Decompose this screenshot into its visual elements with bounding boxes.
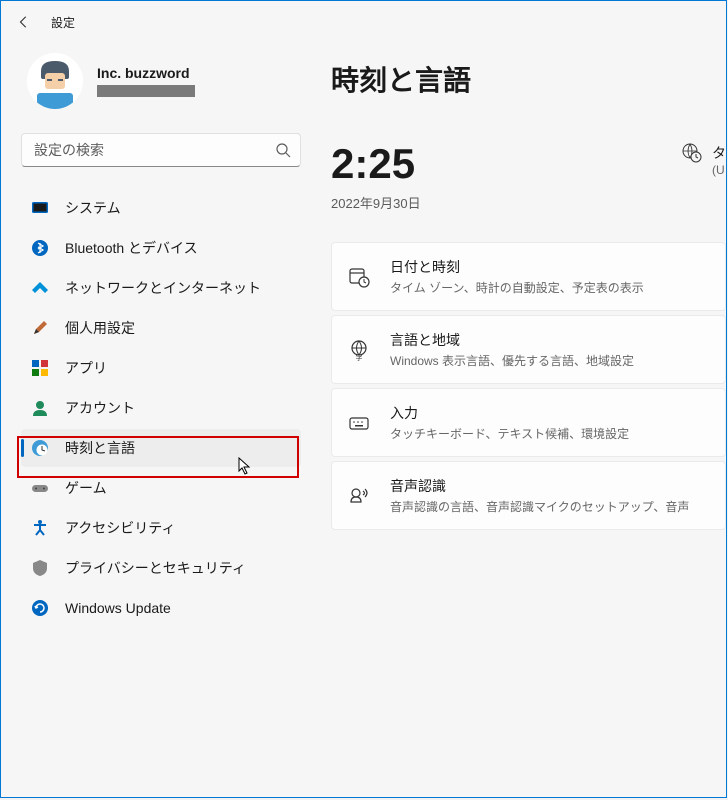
- sidebar-item-system[interactable]: システム: [21, 189, 301, 227]
- sidebar-item-bluetooth[interactable]: Bluetooth とデバイス: [21, 229, 301, 267]
- sidebar-item-label: プライバシーとセキュリティ: [65, 558, 246, 578]
- sidebar: Inc. buzzword システム Bluetooth とデバイス: [21, 53, 301, 627]
- user-row[interactable]: Inc. buzzword: [21, 53, 301, 109]
- sidebar-item-label: アカウント: [65, 398, 135, 418]
- sidebar-item-time-language[interactable]: 時刻と言語: [21, 429, 301, 467]
- card-title: 音声認識: [390, 476, 689, 496]
- card-title: 言語と地域: [390, 330, 634, 350]
- nav: システム Bluetooth とデバイス ネットワークとインターネット 個人用設…: [21, 189, 301, 627]
- update-icon: [31, 599, 49, 617]
- sidebar-item-privacy[interactable]: プライバシーとセキュリティ: [21, 549, 301, 587]
- card-language-region[interactable]: 字 言語と地域 Windows 表示言語、優先する言語、地域設定: [331, 315, 726, 384]
- person-icon: [31, 399, 49, 417]
- globe-clock-icon: [682, 143, 702, 163]
- card-subtitle: 音声認識の言語、音声認識マイクのセットアップ、音声: [390, 498, 689, 515]
- speech-icon: [348, 485, 370, 507]
- clock-date: 2022年9月30日: [331, 193, 421, 212]
- card-subtitle: タッチキーボード、テキスト候補、環境設定: [390, 425, 629, 442]
- wifi-icon: [31, 279, 49, 297]
- sidebar-item-apps[interactable]: アプリ: [21, 349, 301, 387]
- clock-time: 2:25: [331, 143, 421, 185]
- shield-icon: [31, 559, 49, 577]
- sidebar-item-windows-update[interactable]: Windows Update: [21, 589, 301, 627]
- sidebar-item-label: 個人用設定: [65, 318, 135, 338]
- search-box[interactable]: [21, 133, 301, 167]
- sidebar-item-label: システム: [65, 198, 121, 218]
- bluetooth-icon: [31, 239, 49, 257]
- search-icon: [275, 142, 291, 158]
- card-speech[interactable]: 音声認識 音声認識の言語、音声認識マイクのセットアップ、音声: [331, 461, 726, 530]
- sidebar-item-personalization[interactable]: 個人用設定: [21, 309, 301, 347]
- apps-icon: [31, 359, 49, 377]
- language-icon: 字: [348, 339, 370, 361]
- user-name: Inc. buzzword: [97, 65, 195, 81]
- svg-text:字: 字: [356, 353, 363, 361]
- system-icon: [31, 199, 49, 217]
- main-content: 時刻と言語 2:25 2022年9月30日 タ (U: [331, 53, 726, 627]
- arrow-left-icon: [17, 15, 31, 29]
- sidebar-item-label: 時刻と言語: [65, 438, 135, 458]
- sidebar-item-label: Bluetooth とデバイス: [65, 238, 198, 258]
- card-typing[interactable]: 入力 タッチキーボード、テキスト候補、環境設定: [331, 388, 726, 457]
- card-title: 日付と時刻: [390, 257, 644, 277]
- page-title: 時刻と言語: [331, 59, 726, 99]
- sidebar-item-label: Windows Update: [65, 600, 171, 616]
- keyboard-icon: [348, 412, 370, 434]
- search-input[interactable]: [21, 133, 301, 167]
- clock-block: 2:25 2022年9月30日: [331, 143, 421, 212]
- timezone-label-1: タ: [712, 143, 726, 163]
- user-email-redacted: [97, 85, 195, 97]
- gamepad-icon: [31, 479, 49, 497]
- sidebar-item-accounts[interactable]: アカウント: [21, 389, 301, 427]
- sidebar-item-label: アクセシビリティ: [65, 518, 175, 538]
- avatar: [27, 53, 83, 109]
- sidebar-item-gaming[interactable]: ゲーム: [21, 469, 301, 507]
- timezone-label-2: (U: [712, 163, 726, 177]
- calendar-clock-icon: [348, 266, 370, 288]
- sidebar-item-accessibility[interactable]: アクセシビリティ: [21, 509, 301, 547]
- card-date-time[interactable]: 日付と時刻 タイム ゾーン、時計の自動設定、予定表の表示: [331, 242, 726, 311]
- card-subtitle: Windows 表示言語、優先する言語、地域設定: [390, 352, 634, 369]
- clock-globe-icon: [31, 439, 49, 457]
- paintbrush-icon: [31, 319, 49, 337]
- card-subtitle: タイム ゾーン、時計の自動設定、予定表の表示: [390, 279, 644, 296]
- app-title: 設定: [51, 14, 75, 31]
- sidebar-item-label: ゲーム: [65, 478, 107, 498]
- back-button[interactable]: [15, 13, 33, 31]
- timezone-block: タ (U: [682, 143, 726, 177]
- sidebar-item-network[interactable]: ネットワークとインターネット: [21, 269, 301, 307]
- accessibility-icon: [31, 519, 49, 537]
- sidebar-item-label: ネットワークとインターネット: [65, 278, 261, 298]
- sidebar-item-label: アプリ: [65, 358, 107, 378]
- card-title: 入力: [390, 403, 629, 423]
- titlebar: 設定: [1, 1, 726, 43]
